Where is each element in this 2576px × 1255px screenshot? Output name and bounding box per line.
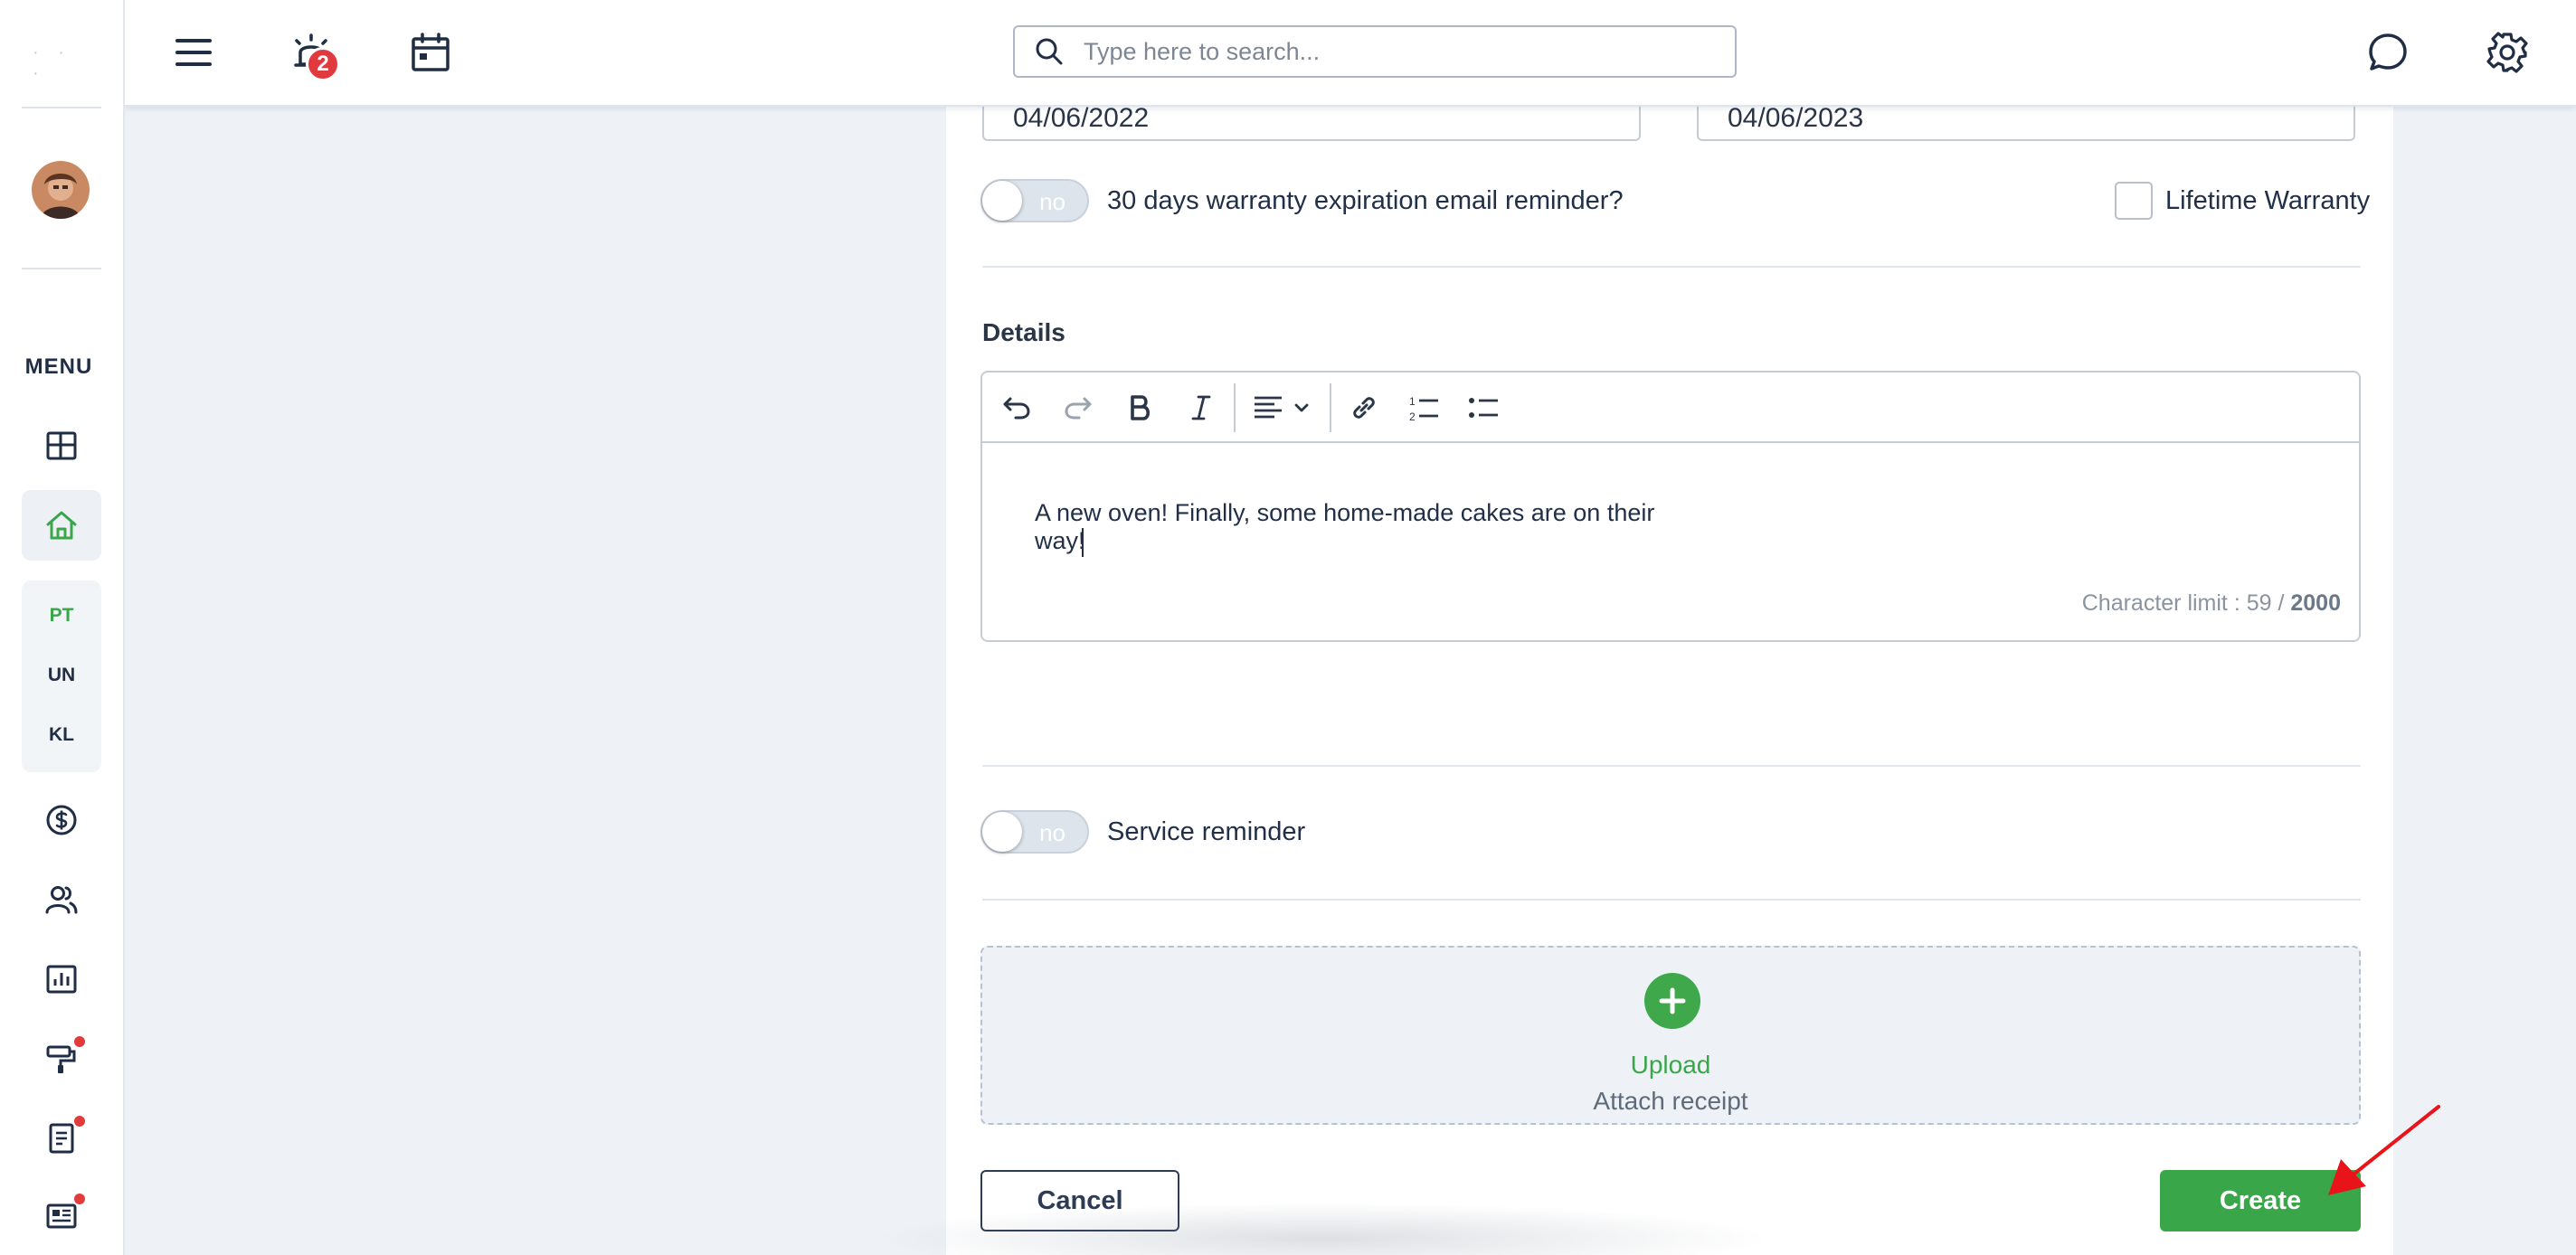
details-title: Details (982, 318, 1065, 346)
annotation-arrow-icon (2328, 1105, 2440, 1195)
shortcut-kl[interactable]: KL (22, 712, 101, 758)
users-icon (45, 886, 78, 914)
text-caret (1081, 527, 1084, 557)
start-date-value: 04/06/2022 (1013, 107, 1150, 133)
char-limit-prefix: Character limit : 59 / (2081, 590, 2291, 616)
svg-text:2: 2 (1409, 410, 1416, 423)
upload-button[interactable] (1644, 973, 1700, 1029)
link-icon (1353, 397, 1375, 419)
service-reminder-label: Service reminder (1107, 817, 1306, 846)
char-limit-max: 2000 (2290, 590, 2341, 616)
undo-button[interactable] (997, 388, 1037, 428)
sidebar-item-dashboard[interactable] (22, 410, 101, 481)
home-icon (46, 511, 77, 540)
form-card: 04/06/2022 04/06/2023 no 30 days warrant… (946, 107, 2393, 1255)
search-bar[interactable] (1013, 25, 1737, 78)
sidebar-item-news[interactable] (22, 1181, 101, 1251)
chat-button[interactable] (2355, 20, 2420, 85)
divider (982, 899, 2361, 901)
divider (982, 765, 2361, 767)
alerts-badge: 2 (306, 47, 340, 81)
align-dropdown-button[interactable] (1246, 388, 1319, 428)
sidebar: · · · MENU PT UN KL (0, 0, 125, 1255)
menu-label: MENU (24, 354, 93, 379)
details-text: A new oven! Finally, some home-made cake… (1035, 499, 1655, 554)
calendar-button[interactable] (398, 20, 463, 85)
ordered-list-icon: 1 2 (1409, 395, 1438, 423)
paint-roller-icon (46, 1045, 76, 1073)
dashboard-icon (46, 431, 77, 460)
shadow (868, 1203, 1773, 1255)
svg-text:1: 1 (1409, 395, 1416, 408)
redo-button[interactable] (1058, 388, 1098, 428)
divider (982, 266, 2361, 268)
calendar-icon (412, 33, 450, 71)
redo-icon (1065, 397, 1092, 420)
toggle-state-label: no (1039, 819, 1065, 846)
sidebar-divider (22, 268, 101, 269)
shortcut-un[interactable]: UN (22, 653, 101, 698)
alerts-button[interactable]: 2 (279, 20, 344, 85)
bold-icon (1131, 395, 1151, 420)
toggle-state-label: no (1039, 188, 1065, 215)
sidebar-item-reports[interactable] (22, 944, 101, 1014)
character-limit: Character limit : 59 / 2000 (2082, 590, 2341, 617)
bullet-list-icon (1469, 398, 1498, 418)
details-editor[interactable]: 1 2 A new oven! Finally, some home-made … (980, 371, 2361, 642)
service-reminder-toggle[interactable]: no (980, 810, 1089, 854)
chat-bubble-icon (2369, 33, 2407, 71)
hamburger-icon (175, 39, 212, 66)
details-text-content[interactable]: A new oven! Finally, some home-made cake… (1035, 499, 1709, 557)
notification-dot (74, 1194, 85, 1204)
notification-dot (74, 1036, 85, 1047)
upload-receipt-dropzone[interactable]: Upload Attach receipt (980, 946, 2361, 1125)
undo-icon (1003, 397, 1030, 420)
settings-button[interactable] (2475, 20, 2540, 85)
topbar: 2 (125, 0, 2576, 107)
gear-icon (2486, 32, 2528, 73)
end-date-value: 04/06/2023 (1728, 107, 1864, 133)
bullet-list-button[interactable] (1463, 388, 1503, 428)
sidebar-item-documents[interactable] (22, 1103, 101, 1174)
link-button[interactable] (1344, 388, 1384, 428)
notification-dot (74, 1116, 85, 1127)
upload-title[interactable]: Upload (982, 1051, 2359, 1080)
document-icon (49, 1123, 74, 1154)
toolbar-separator (1234, 383, 1236, 432)
warranty-reminder-label: 30 days warranty expiration email remind… (1107, 186, 1624, 215)
toggle-knob (982, 181, 1022, 221)
italic-button[interactable] (1181, 388, 1221, 428)
avatar[interactable] (32, 161, 90, 219)
italic-icon (1191, 395, 1211, 420)
lifetime-warranty-label: Lifetime Warranty (2165, 186, 2371, 215)
property-shortcuts: PT UN KL (22, 580, 101, 772)
toolbar-separator (1330, 383, 1331, 432)
toggle-knob (982, 812, 1022, 852)
search-input[interactable] (1084, 37, 1717, 66)
dollar-circle-icon (46, 805, 77, 835)
sidebar-item-home[interactable] (22, 490, 101, 561)
start-date-field[interactable]: 04/06/2022 (982, 107, 1641, 141)
newspaper-icon (46, 1203, 77, 1229)
align-left-icon (1255, 396, 1309, 419)
sidebar-item-finance[interactable] (22, 785, 101, 855)
lifetime-warranty-checkbox[interactable] (2115, 182, 2153, 220)
ordered-list-button[interactable]: 1 2 (1404, 388, 1444, 428)
sidebar-item-contacts[interactable] (22, 864, 101, 935)
hamburger-menu-button[interactable] (161, 20, 226, 85)
editor-toolbar: 1 2 (982, 373, 2359, 443)
end-date-field[interactable]: 04/06/2023 (1697, 107, 2355, 141)
search-icon (1036, 38, 1063, 65)
app-logo[interactable]: · · · (33, 42, 83, 83)
upload-subtitle: Attach receipt (1593, 1087, 1748, 1115)
sidebar-divider (22, 107, 101, 109)
plus-icon (1659, 987, 1686, 1014)
bold-button[interactable] (1120, 388, 1160, 428)
sidebar-item-maintenance[interactable] (22, 1024, 101, 1094)
shortcut-pt[interactable]: PT (22, 593, 101, 638)
warranty-reminder-toggle[interactable]: no (980, 179, 1089, 222)
chart-icon (46, 965, 77, 994)
